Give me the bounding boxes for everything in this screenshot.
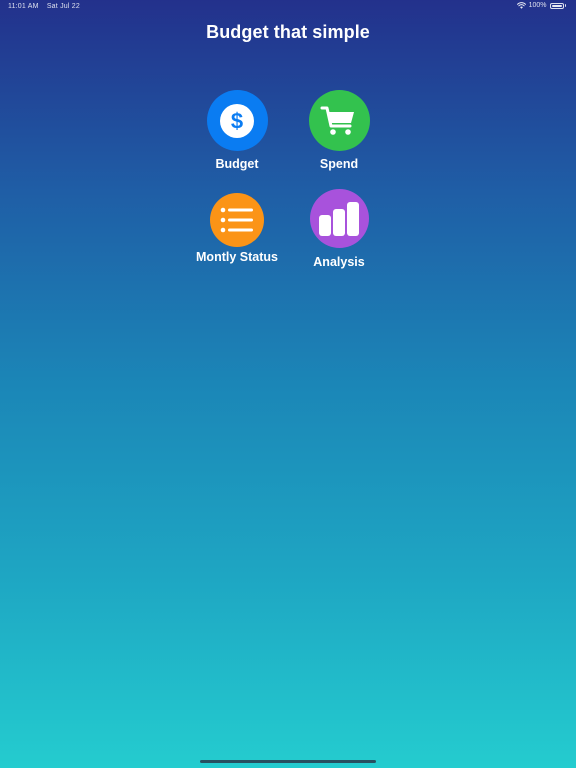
spend-button[interactable]: Spend [284, 90, 394, 171]
analysis-label: Analysis [313, 255, 365, 269]
budget-icon-circle[interactable]: $ [206, 90, 268, 151]
home-indicator[interactable] [200, 760, 376, 763]
monthly-status-button[interactable]: Montly Status [182, 189, 292, 264]
status-time: 11:01 AM [8, 3, 39, 10]
analysis-button[interactable]: Analysis [284, 189, 394, 269]
cart-icon [320, 106, 354, 135]
status-bar: 11:01 AM Sat Jul 22 100% [0, 0, 576, 14]
budget-button[interactable]: $ Budget [182, 90, 292, 171]
svg-text:$: $ [231, 108, 243, 133]
list-icon [220, 207, 253, 233]
page-title: Budget that simple [206, 22, 370, 42]
battery-percent: 100% [528, 2, 547, 9]
budget-label: Budget [215, 157, 259, 171]
spend-icon-circle[interactable] [308, 90, 370, 151]
status-date: Sat Jul 22 [46, 3, 80, 10]
battery-cap [564, 4, 566, 7]
dollar-icon: $ [220, 103, 254, 138]
wifi-icon [516, 2, 526, 9]
spend-label: Spend [319, 157, 359, 171]
status-indicators: 100% [516, 2, 566, 9]
status-time-date: 11:01 AM Sat Jul 22 [8, 3, 86, 10]
bar-chart-icon [319, 201, 359, 236]
monthly-status-label: Montly Status [196, 250, 278, 264]
battery-icon [549, 2, 564, 9]
monthly-status-icon-circle[interactable] [210, 193, 264, 247]
analysis-icon-circle[interactable] [309, 189, 369, 248]
